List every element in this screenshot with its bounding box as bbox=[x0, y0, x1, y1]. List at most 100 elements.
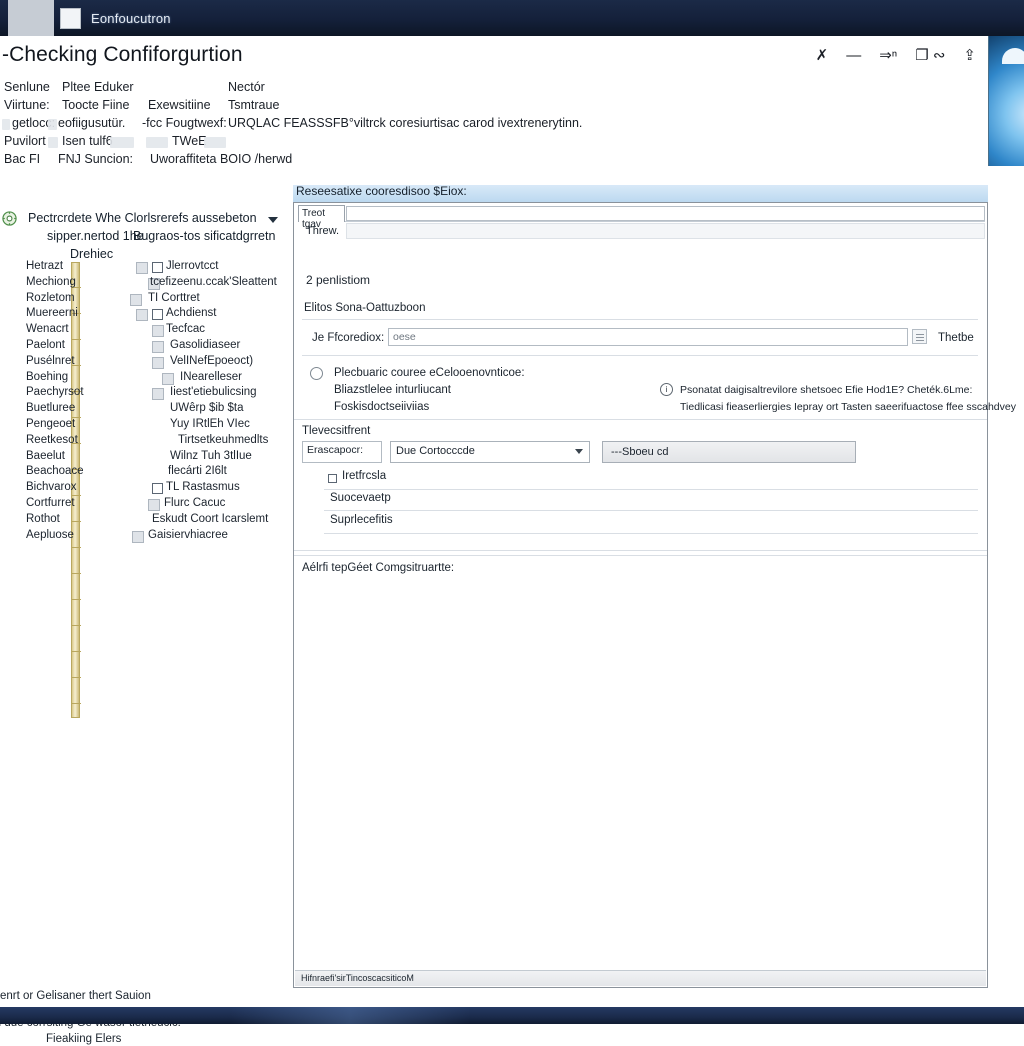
row4-chip-2 bbox=[110, 137, 134, 148]
tree-row[interactable]: Reetkesot Tirtsetkeuhmedlts bbox=[0, 434, 290, 450]
menu-area: Senlune Pltee Eduker Nectór Viirtune: To… bbox=[0, 80, 988, 166]
list-row-1[interactable]: Suocevaetp bbox=[330, 492, 391, 504]
tree-row-right-label: Jlerrovtcct bbox=[166, 260, 219, 272]
panel-sub-field[interactable] bbox=[346, 223, 985, 239]
restore-icon[interactable]: ⇒ⁿ bbox=[879, 46, 897, 64]
tree-row[interactable]: Mechiong tcefizeenu.ccak'Sleattent bbox=[0, 276, 290, 292]
menu-item-twee[interactable]: TWeE bbox=[172, 134, 207, 148]
tree-row[interactable]: Pengeoet Yuy IRtlEh VIec bbox=[0, 418, 290, 434]
application-window: -Checking Confiforgurtion ✗ — ⇒ⁿ ❐ ∾ ⇪ S… bbox=[0, 36, 1016, 1045]
menu-row-3: getlocc: eofiigusutür. -fcc Fougtwexf: U… bbox=[0, 116, 988, 134]
panel-top-input[interactable] bbox=[346, 206, 985, 221]
panel-tab[interactable]: Treot tgav bbox=[298, 205, 345, 230]
bottom-taskbar[interactable] bbox=[0, 1007, 1024, 1024]
tree-row[interactable]: Wenacrt Tecfcac bbox=[0, 323, 290, 339]
selection-bar-text-row: Reseesatixe cooresdisoo $Eiox: bbox=[0, 184, 988, 202]
section-label: 2 penlistiom bbox=[306, 273, 371, 287]
menu-row-1: Senlune Pltee Eduker Nectór bbox=[0, 80, 988, 98]
tree-row-left-label: Boehing bbox=[26, 370, 69, 383]
tree-row[interactable]: Paelont Gasolidiaseer bbox=[0, 339, 290, 355]
maximize-icon[interactable]: ❐ ∾ bbox=[915, 46, 945, 64]
page-title: -Checking Confiforgurtion bbox=[2, 43, 243, 66]
grid-icon bbox=[152, 325, 164, 338]
info-line-2: Tiedlicasi fieaserliergies Iepray ort Ta… bbox=[680, 401, 1016, 413]
tree-row[interactable]: Muereerni Achdienst bbox=[0, 307, 290, 323]
tree-row[interactable]: Aepluose Gaisiervhiacree bbox=[0, 529, 290, 545]
tree-row-left-label: Bichvarox bbox=[26, 481, 77, 494]
group-divider bbox=[302, 319, 978, 320]
menu-item-fougt[interactable]: -fcc Fougtwexf: bbox=[142, 116, 227, 130]
tree-row[interactable]: Paechyrsot Iiest'etiebulicsing bbox=[0, 386, 290, 402]
checkbox-label: Iretfrcsla bbox=[342, 470, 387, 482]
tree-row-right-label: VelINefEpoeoct) bbox=[170, 354, 254, 367]
tree-row[interactable]: Buetluree UWêrp $ib $ta bbox=[0, 402, 290, 418]
menu-item-senlune[interactable]: Senlune bbox=[4, 80, 50, 94]
tree-row-checkbox[interactable] bbox=[152, 262, 163, 273]
menu-item-puvilort[interactable]: Puvilort bbox=[4, 134, 46, 148]
list-divider-2 bbox=[324, 510, 978, 511]
bottom-taskbar-highlight bbox=[230, 1007, 470, 1024]
tree-row-left-label: Pengeoet bbox=[26, 417, 76, 430]
menu-item-pltee[interactable]: Pltee Eduker bbox=[62, 80, 134, 94]
close-icon[interactable]: ⇪ bbox=[963, 46, 976, 64]
menu-item-isen[interactable]: Isen tulf6 bbox=[62, 134, 113, 148]
minimize-icon[interactable]: — bbox=[846, 47, 861, 64]
tree-row[interactable]: Beachoace flecárti 2I6lt bbox=[0, 465, 290, 481]
grid-icon bbox=[152, 340, 164, 353]
panel-status-bar: Hifnraefi'sirTincoscacsiticoM bbox=[295, 970, 986, 986]
tree-row[interactable]: Rothot Eskudt Coort Icarslemt bbox=[0, 513, 290, 529]
help-icon[interactable]: ✗ bbox=[816, 46, 829, 64]
menu-item-exewsitine[interactable]: Exewsitiine bbox=[148, 98, 211, 112]
menu-item-tsmtraue[interactable]: Tsmtraue bbox=[228, 98, 279, 112]
path-input[interactable]: oese bbox=[388, 328, 908, 346]
tree-row-left-label: Pusélnret bbox=[26, 354, 75, 367]
menu-item-bojo[interactable]: Uworaffiteta BOIO /herwd bbox=[150, 152, 292, 166]
browse-button[interactable]: ---Sboeu cd bbox=[602, 441, 856, 463]
tree-row-right-label: UWêrp $ib $ta bbox=[170, 402, 244, 415]
taskbar-start-block[interactable] bbox=[8, 0, 54, 36]
list-row-2[interactable]: Suprlecefitis bbox=[330, 514, 393, 526]
mode-input[interactable]: Erascapocr: bbox=[302, 441, 382, 463]
tree-row-right-label: Tirtsetkeuhmedlts bbox=[178, 433, 269, 446]
tree-row[interactable]: Boehing INearelleser bbox=[0, 371, 290, 387]
footer-divider-top bbox=[294, 550, 987, 551]
grid-icon bbox=[152, 356, 164, 369]
tree-row-right-label: Wilnz Tuh 3tlIue bbox=[170, 449, 252, 462]
radio-option-line-1: Plecbuaric couree eCelooenovnticoe: bbox=[334, 367, 525, 379]
window-controls[interactable]: ✗ — ⇒ⁿ ❐ ∾ ⇪ bbox=[816, 46, 976, 65]
menu-item-toocte[interactable]: Toocte Fiine bbox=[62, 98, 129, 112]
menu-item-fnj[interactable]: FNJ Suncion: bbox=[58, 152, 133, 166]
tree-row[interactable]: Rozletom TI Corttret bbox=[0, 292, 290, 308]
tree-row-left-label: Paechyrsot bbox=[26, 386, 84, 399]
tree-row-checkbox[interactable] bbox=[152, 483, 163, 495]
tree-row-right-label: Tecfcac bbox=[166, 323, 205, 336]
tree-row-left-label: Beachoace bbox=[26, 465, 84, 478]
tree-row[interactable]: Cortfurret Flurc Cacuc bbox=[0, 497, 290, 513]
protocol-select[interactable]: Due Cortocccde bbox=[390, 441, 590, 463]
group-label: Elitos Sona-Oattuzboon bbox=[304, 302, 426, 314]
tree-row[interactable]: Bichvarox TL Rastasmus bbox=[0, 481, 290, 497]
grid-icon bbox=[130, 293, 142, 306]
enable-checkbox[interactable] bbox=[328, 474, 337, 483]
taskbar: Eonfoucutron bbox=[0, 0, 1024, 36]
menu-item-config[interactable]: eofiigusutür. bbox=[58, 116, 125, 130]
menu-item-viirtune[interactable]: Viirtune: bbox=[4, 98, 50, 112]
taskbar-item[interactable]: Eonfoucutron bbox=[60, 6, 171, 30]
tree-row-left-label: Paelont bbox=[26, 338, 66, 351]
grid-icon bbox=[148, 498, 160, 511]
tree-row[interactable]: Baeelut Wilnz Tuh 3tlIue bbox=[0, 450, 290, 466]
menu-item-bacfi[interactable]: Bac FI bbox=[4, 152, 40, 166]
tree-row-left-label: Hetrazt bbox=[26, 260, 64, 272]
grid-picker-icon[interactable] bbox=[912, 329, 927, 344]
chevron-down-icon[interactable] bbox=[268, 217, 278, 223]
tree-row[interactable]: Hetrazt Jlerrovtcct bbox=[0, 260, 290, 276]
grid-icon bbox=[136, 262, 148, 274]
tree-header-line-1: Pectrcrdete Whe Clorlsrerefs aussebeton bbox=[28, 211, 257, 225]
tree-row-right-label: flecárti 2I6lt bbox=[168, 465, 227, 478]
option-radio[interactable] bbox=[310, 367, 323, 380]
gear-icon bbox=[2, 211, 17, 226]
tree-row-checkbox[interactable] bbox=[152, 309, 163, 321]
tree-row[interactable]: Pusélnret VelINefEpoeoct) bbox=[0, 355, 290, 371]
options-divider bbox=[294, 419, 987, 420]
menu-item-nector[interactable]: Nectór bbox=[228, 80, 265, 94]
